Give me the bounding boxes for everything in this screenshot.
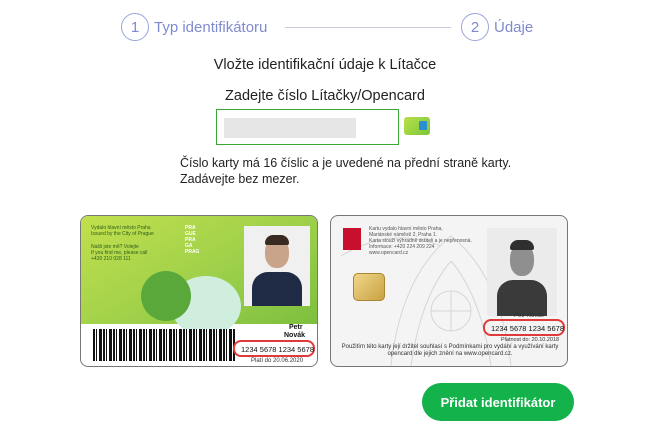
litacka-card-number: 1234 5678 1234 5678 (241, 345, 314, 354)
holder-photo-bw (487, 228, 557, 316)
barcode (93, 329, 235, 361)
stepper-divider (285, 27, 451, 28)
opencard-card-image: Kartu vydalo hlavní město Praha, Mariánsk… (330, 215, 568, 367)
holder-first-name: Petr (289, 324, 303, 331)
litacka-card-icon (404, 117, 430, 135)
step-1-circle[interactable]: 1 (121, 13, 149, 41)
opencard-info: Kartu vydalo hlavní město Praha, Mariánsk… (369, 226, 472, 256)
hint-text-1: Číslo karty má 16 číslic a je uvedené na… (180, 156, 512, 170)
add-identifier-button[interactable]: Přidat identifikátor (422, 383, 574, 421)
opencard-validity: Platnost do: 20.10.2018 (501, 337, 560, 343)
masked-value (224, 118, 356, 138)
prague-brand: PRA GUE PRA GA PRAG (185, 225, 200, 255)
field-label: Zadejte číslo Lítačky/Opencard (225, 88, 425, 104)
issuer-en: Issued by the City of Prague (91, 231, 154, 237)
card-shape-green (141, 271, 191, 321)
chip-icon (353, 273, 385, 301)
litacka-card-image: Vydalo hlavní město Praha Issued by the … (80, 215, 318, 367)
holder-photo (244, 226, 310, 306)
page-title: Vložte identifikační údaje k Lítačce (213, 57, 437, 73)
holder-last-name: Novák (284, 332, 306, 339)
card-number-input[interactable] (216, 109, 402, 146)
step-1-label[interactable]: Typ identifikátoru (154, 19, 267, 36)
opencard-footer: Použitím této karty její držitel souhlas… (341, 344, 559, 357)
validity: Platí do 20.06.2020 (251, 358, 304, 364)
prague-logo (343, 228, 361, 250)
opencard-card-number: 1234 5678 1234 5678 (491, 324, 564, 333)
hint-text-2: Zadávejte bez mezer. (180, 172, 300, 186)
phone: +420 210 028 111 (91, 256, 131, 262)
step-2-label[interactable]: Údaje (494, 19, 533, 36)
step-2-circle[interactable]: 2 (461, 13, 489, 41)
